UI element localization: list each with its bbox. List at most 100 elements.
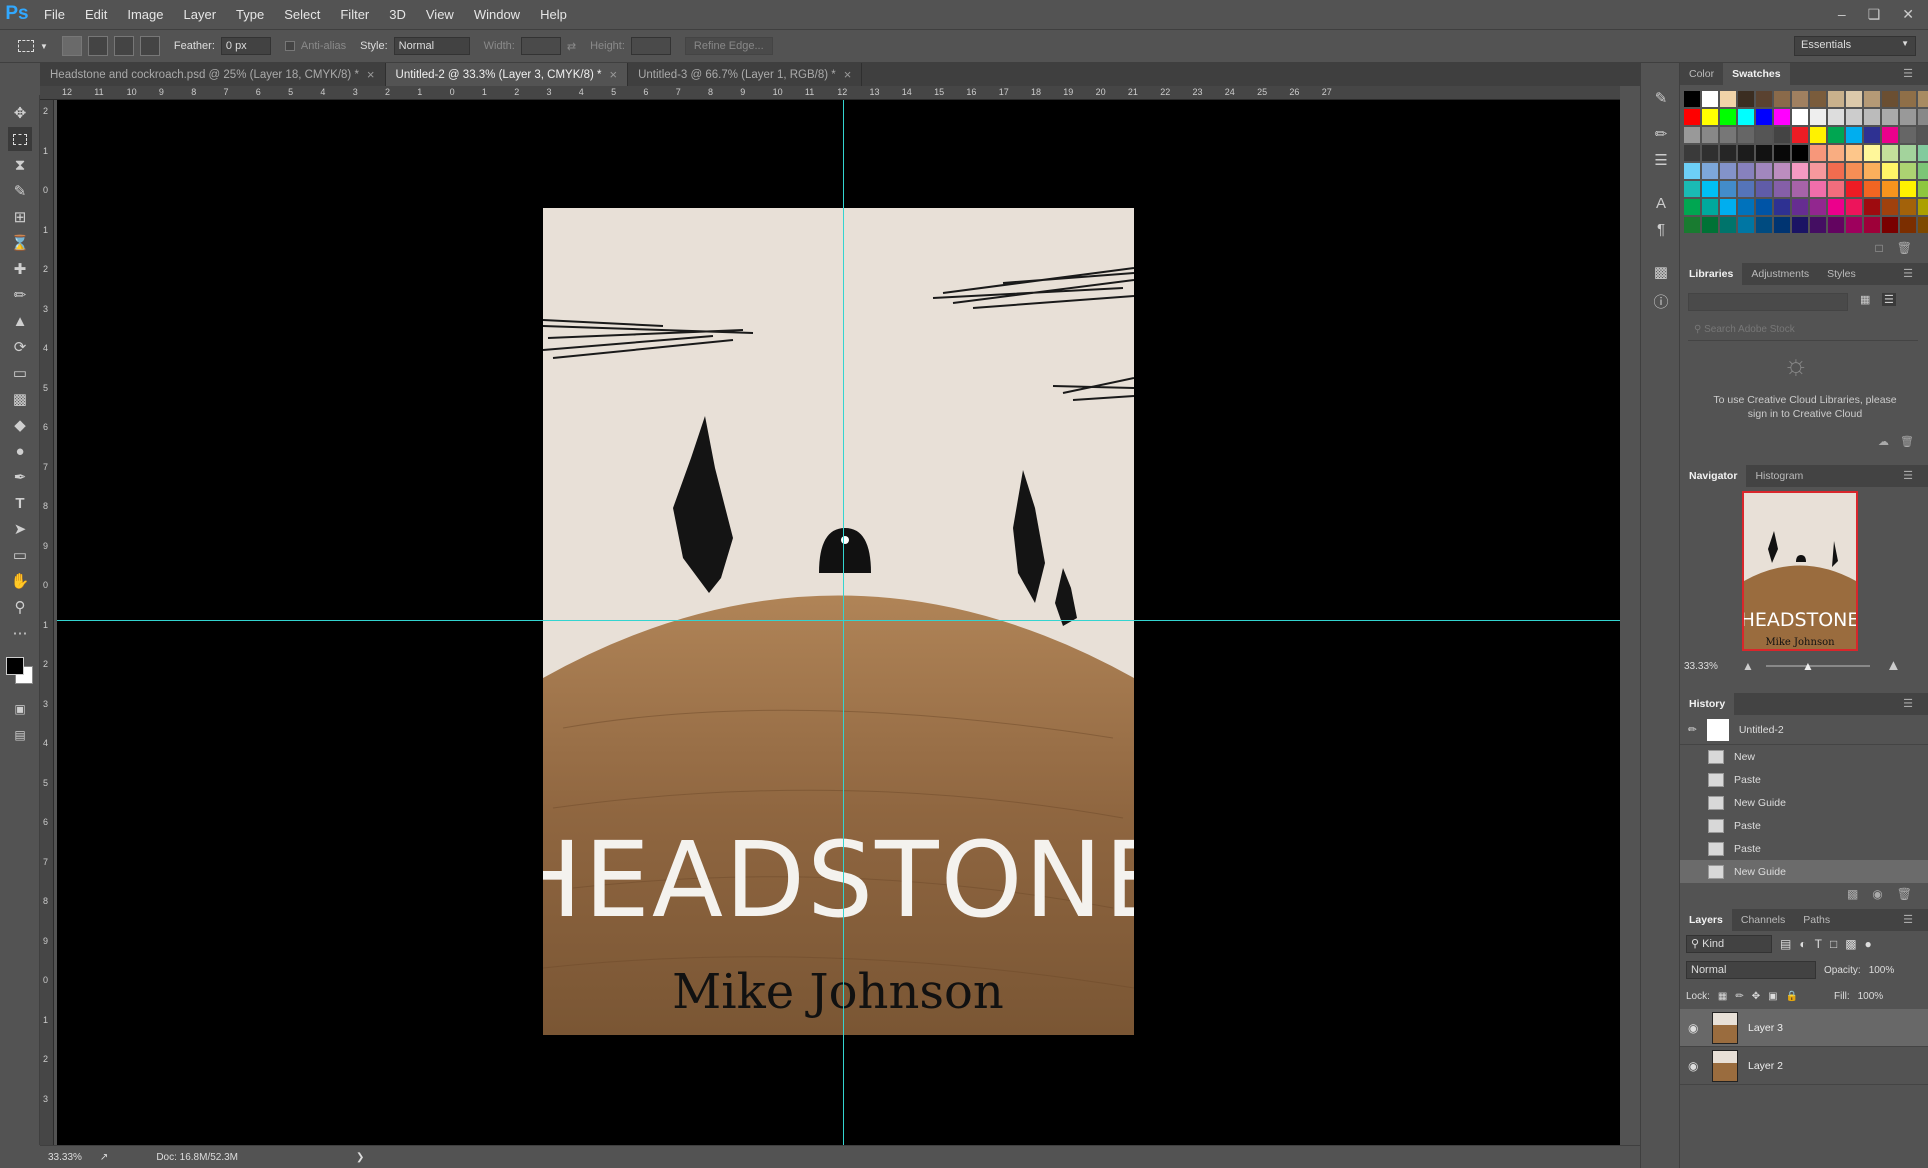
color-swatch[interactable] — [1702, 91, 1718, 107]
height-input[interactable] — [630, 37, 671, 55]
workspace-select[interactable]: Essentials ▼ — [1794, 36, 1916, 56]
navigator-thumbnail[interactable]: HEADSTONE Mike Johnson — [1742, 491, 1858, 651]
visibility-eye-icon[interactable]: ◉ — [1688, 1059, 1702, 1073]
color-swatch[interactable] — [1918, 127, 1928, 143]
color-swatch[interactable] — [1756, 91, 1772, 107]
subtract-selection-icon[interactable] — [113, 36, 134, 56]
color-swatch[interactable] — [1810, 145, 1826, 161]
history-dock-icon[interactable]: ✎ — [1651, 89, 1671, 109]
minimize-icon[interactable]: – — [1838, 6, 1846, 22]
color-swatch[interactable] — [1864, 109, 1880, 125]
trash-icon[interactable]: 🗑 — [1900, 435, 1914, 448]
menu-view[interactable]: View — [416, 7, 464, 22]
menu-select[interactable]: Select — [274, 7, 330, 22]
color-swatch[interactable] — [1900, 199, 1916, 215]
document-tab[interactable]: Untitled-3 @ 66.7% (Layer 1, RGB/8) * × — [628, 63, 863, 86]
history-item[interactable]: New Guide — [1680, 860, 1928, 883]
color-swatch[interactable] — [1720, 199, 1736, 215]
style-select[interactable]: Normal — [393, 37, 470, 55]
refine-edge-button[interactable]: Refine Edge... — [684, 37, 773, 55]
color-swatch[interactable] — [1684, 163, 1700, 179]
screen-mode-icon[interactable]: ▤ — [8, 723, 32, 747]
color-swatch[interactable] — [1882, 181, 1898, 197]
color-swatch[interactable] — [1810, 181, 1826, 197]
info-dock-icon[interactable]: ⓘ — [1651, 291, 1671, 311]
color-swatch[interactable] — [1702, 217, 1718, 233]
swap-icon[interactable]: ⇄ — [567, 40, 576, 53]
color-swatch[interactable] — [1846, 181, 1862, 197]
color-swatch[interactable] — [1864, 181, 1880, 197]
color-swatch[interactable] — [1882, 145, 1898, 161]
color-swatch[interactable] — [1738, 217, 1754, 233]
panel-tab-histogram[interactable]: Histogram — [1746, 465, 1812, 487]
color-swatch[interactable] — [1864, 199, 1880, 215]
color-swatch[interactable] — [1756, 145, 1772, 161]
color-swatch[interactable] — [1792, 127, 1808, 143]
crop-tool-icon[interactable]: ⊞ — [8, 205, 32, 229]
color-swatch[interactable] — [1684, 127, 1700, 143]
color-swatch[interactable] — [1900, 163, 1916, 179]
history-item[interactable]: Paste — [1680, 837, 1928, 860]
zoom-readout[interactable]: 33.33% — [48, 1152, 82, 1163]
filter-toggle-icon[interactable]: ● — [1865, 937, 1872, 951]
marquee-preset[interactable]: ▼ — [18, 40, 48, 52]
camera-icon[interactable]: ◉ — [1872, 887, 1882, 909]
color-swatch[interactable] — [1738, 109, 1754, 125]
blur-tool-icon[interactable]: ◆ — [8, 413, 32, 437]
more-tools-icon[interactable]: ⋯ — [8, 621, 32, 645]
visibility-eye-icon[interactable]: ◉ — [1688, 1021, 1702, 1035]
healing-brush-tool-icon[interactable]: ✚ — [8, 257, 32, 281]
close-tab-icon[interactable]: × — [367, 67, 375, 82]
color-swatch[interactable] — [1882, 127, 1898, 143]
menu-window[interactable]: Window — [464, 7, 530, 22]
color-swatch[interactable] — [1792, 145, 1808, 161]
lock-image-icon[interactable]: ✏ — [1735, 991, 1743, 1002]
color-swatch[interactable] — [1756, 127, 1772, 143]
panel-menu-icon[interactable]: ☰ — [1894, 263, 1922, 285]
color-swatch[interactable] — [1882, 163, 1898, 179]
lock-position-icon[interactable]: ✥ — [1752, 991, 1760, 1002]
color-swatch[interactable] — [1702, 199, 1718, 215]
history-item[interactable]: Paste — [1680, 768, 1928, 791]
add-selection-icon[interactable] — [87, 36, 108, 56]
new-document-icon[interactable]: ▩ — [1847, 887, 1858, 909]
color-swatch[interactable] — [1810, 127, 1826, 143]
color-swatch[interactable] — [1684, 199, 1700, 215]
color-swatch[interactable] — [1846, 217, 1862, 233]
trash-icon[interactable]: 🗑 — [1897, 887, 1912, 909]
color-swatch[interactable] — [1720, 127, 1736, 143]
lock-transparent-icon[interactable]: ▦ — [1718, 991, 1727, 1002]
color-swatch[interactable] — [1792, 163, 1808, 179]
history-item[interactable]: New Guide — [1680, 791, 1928, 814]
panel-tab-color[interactable]: Color — [1680, 63, 1723, 85]
chevron-down-icon[interactable]: ▼ — [40, 42, 48, 51]
panel-tab-layers[interactable]: Layers — [1680, 909, 1732, 931]
color-swatch[interactable] — [1864, 127, 1880, 143]
color-swatch[interactable] — [1864, 145, 1880, 161]
color-swatch[interactable] — [1828, 91, 1844, 107]
layer-name[interactable]: Layer 2 — [1748, 1060, 1783, 1072]
color-swatch[interactable] — [1792, 91, 1808, 107]
panel-tab-channels[interactable]: Channels — [1732, 909, 1794, 931]
color-swatch[interactable] — [1918, 145, 1928, 161]
menu-3d[interactable]: 3D — [379, 7, 416, 22]
color-swatch[interactable] — [1810, 163, 1826, 179]
book-cover-document[interactable]: HEADSTONE Mike Johnson — [543, 208, 1134, 1035]
color-swatch[interactable] — [1846, 163, 1862, 179]
width-input[interactable] — [520, 37, 561, 55]
zoom-slider-handle[interactable]: ▲ — [1802, 659, 1814, 673]
panel-menu-icon[interactable]: ☰ — [1894, 693, 1922, 715]
color-swatch[interactable] — [1882, 91, 1898, 107]
color-swatch[interactable] — [1846, 91, 1862, 107]
menu-file[interactable]: File — [34, 7, 75, 22]
color-swatch[interactable] — [1810, 217, 1826, 233]
adjustment-filter-icon[interactable]: ◐ — [1799, 937, 1806, 951]
feather-input[interactable]: 0 px — [220, 37, 271, 55]
panel-menu-icon[interactable]: ☰ — [1894, 909, 1922, 931]
layer-kind-filter[interactable]: ⚲ Kind — [1686, 935, 1772, 953]
panel-tab-navigator[interactable]: Navigator — [1680, 465, 1747, 487]
character-dock-icon[interactable]: A — [1651, 195, 1671, 215]
lock-artboard-icon[interactable]: ▣ — [1768, 991, 1777, 1002]
paint-bucket-tool-icon[interactable]: ▩ — [8, 387, 32, 411]
color-swatch[interactable] — [1864, 163, 1880, 179]
